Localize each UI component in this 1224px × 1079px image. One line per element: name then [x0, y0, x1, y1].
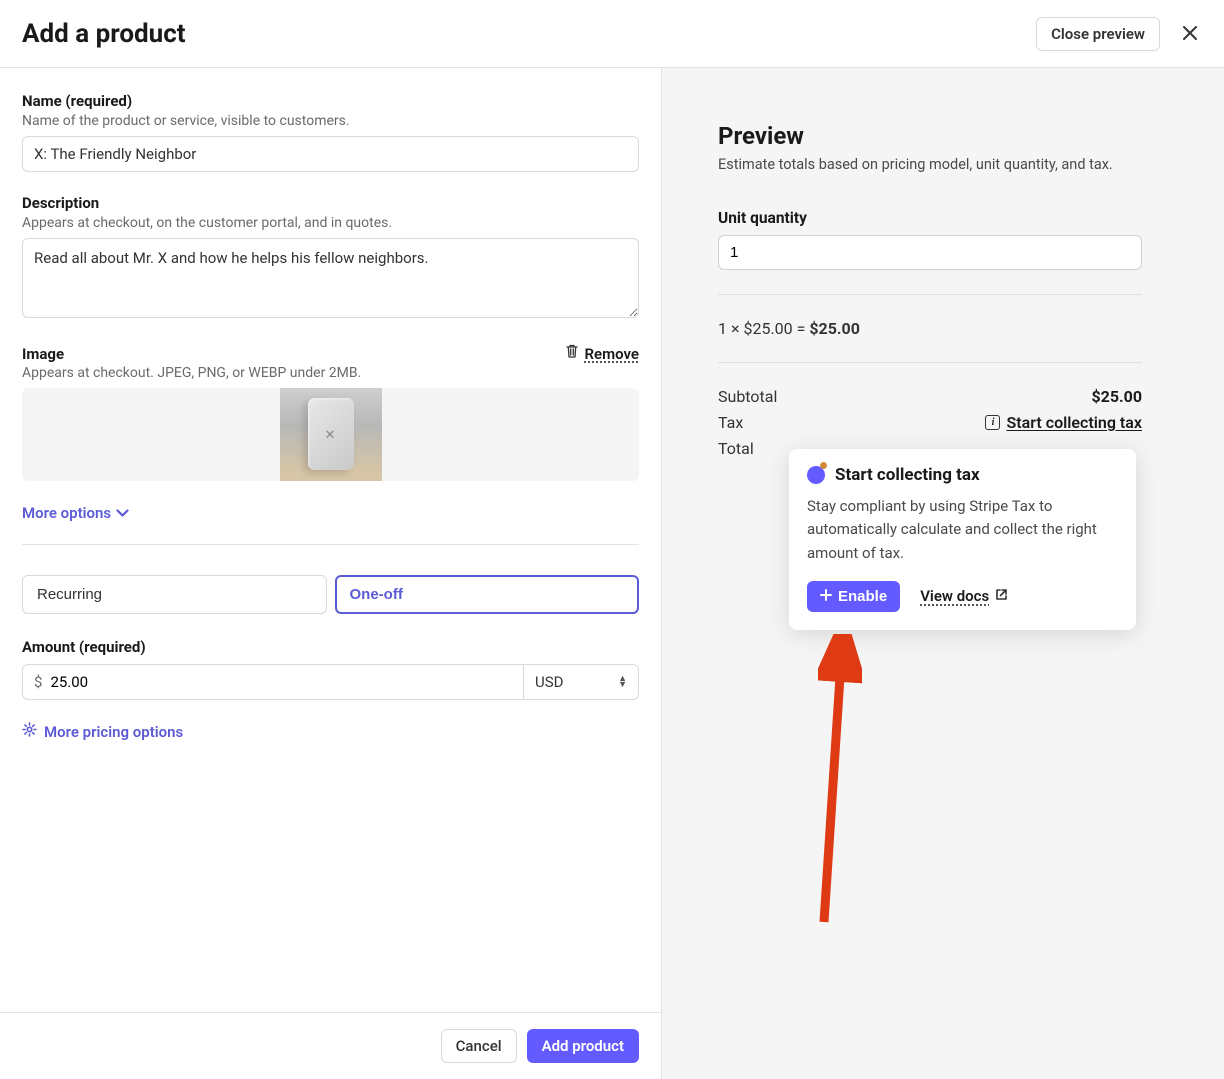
calculation-line: 1 × $25.00 = $25.00 [718, 319, 1142, 338]
description-hint: Appears at checkout, on the customer por… [22, 215, 639, 231]
subtotal-label: Subtotal [718, 387, 777, 406]
description-field-section: Description Appears at checkout, on the … [22, 194, 639, 322]
recurring-option[interactable]: Recurring [22, 575, 327, 614]
header-actions: Close preview [1036, 17, 1202, 51]
subtotal-value: $25.00 [1091, 387, 1142, 406]
info-icon: i [985, 415, 1000, 430]
preview-divider [718, 294, 1142, 295]
enable-tax-button[interactable]: Enable [807, 581, 900, 612]
tax-popover-title: Start collecting tax [835, 465, 980, 485]
more-pricing-label: More pricing options [44, 723, 183, 741]
remove-image-label: Remove [585, 345, 640, 363]
add-product-button[interactable]: Add product [527, 1029, 639, 1063]
gear-icon [22, 722, 37, 741]
description-label: Description [22, 194, 639, 212]
trash-icon [565, 344, 579, 363]
tax-popover-icon [807, 466, 825, 484]
tax-popover-body: Stay compliant by using Stripe Tax to au… [807, 495, 1118, 565]
image-label: Image [22, 345, 64, 363]
image-preview-container [22, 388, 639, 481]
preview-divider [718, 362, 1142, 363]
enable-label: Enable [838, 588, 887, 605]
tax-link-label: Start collecting tax [1006, 413, 1142, 432]
currency-select[interactable]: USD ▲▼ [523, 664, 639, 700]
more-options-toggle[interactable]: More options [22, 504, 129, 522]
view-docs-label: View docs [920, 587, 989, 605]
description-textarea[interactable]: Read all about Mr. X and how he helps hi… [22, 238, 639, 318]
unit-quantity-label: Unit quantity [718, 209, 1142, 227]
modal-header: Add a product Close preview [0, 0, 1224, 68]
page-title: Add a product [22, 19, 186, 49]
one-off-option[interactable]: One-off [335, 575, 640, 614]
amount-input[interactable] [50, 665, 512, 699]
select-chevrons-icon: ▲▼ [618, 676, 627, 688]
view-docs-link[interactable]: View docs [920, 587, 1008, 605]
close-icon[interactable] [1178, 18, 1202, 50]
more-options-label: More options [22, 504, 111, 522]
tax-label: Tax [718, 413, 743, 432]
calc-expression: 1 × $25.00 = [718, 319, 805, 338]
more-pricing-options-button[interactable]: More pricing options [22, 722, 183, 741]
product-image-thumbnail[interactable] [280, 388, 382, 481]
tax-row: Tax i Start collecting tax [718, 413, 1142, 432]
currency-symbol: $ [34, 673, 42, 691]
form-footer: Cancel Add product [0, 1012, 661, 1079]
form-panel: Name (required) Name of the product or s… [0, 68, 662, 1079]
start-collecting-tax-link[interactable]: i Start collecting tax [985, 413, 1142, 432]
name-label: Name (required) [22, 92, 639, 110]
calc-result: $25.00 [809, 319, 860, 338]
image-field-section: Image Remove Appears at checkout. JPEG, … [22, 344, 639, 481]
divider [22, 544, 639, 545]
name-field-section: Name (required) Name of the product or s… [22, 92, 639, 172]
chevron-down-icon [116, 504, 129, 522]
tax-popover: Start collecting tax Stay compliant by u… [789, 449, 1136, 630]
preview-title: Preview [718, 122, 1142, 150]
pricing-type-toggle: Recurring One-off [22, 575, 639, 614]
unit-quantity-input[interactable] [718, 235, 1142, 270]
currency-value: USD [535, 673, 563, 691]
name-hint: Name of the product or service, visible … [22, 113, 639, 129]
subtotal-row: Subtotal $25.00 [718, 387, 1142, 406]
amount-field-section: Amount (required) $ USD ▲▼ [22, 638, 639, 700]
preview-subtitle: Estimate totals based on pricing model, … [718, 156, 1142, 173]
cancel-button[interactable]: Cancel [441, 1029, 517, 1063]
amount-label: Amount (required) [22, 638, 639, 656]
amount-input-wrap[interactable]: $ [22, 664, 523, 700]
total-label: Total [718, 439, 754, 458]
remove-image-button[interactable]: Remove [565, 344, 640, 363]
image-hint: Appears at checkout. JPEG, PNG, or WEBP … [22, 365, 639, 381]
name-input[interactable] [22, 136, 639, 172]
close-preview-button[interactable]: Close preview [1036, 17, 1160, 51]
external-link-icon [995, 587, 1008, 605]
plus-icon [820, 588, 832, 605]
